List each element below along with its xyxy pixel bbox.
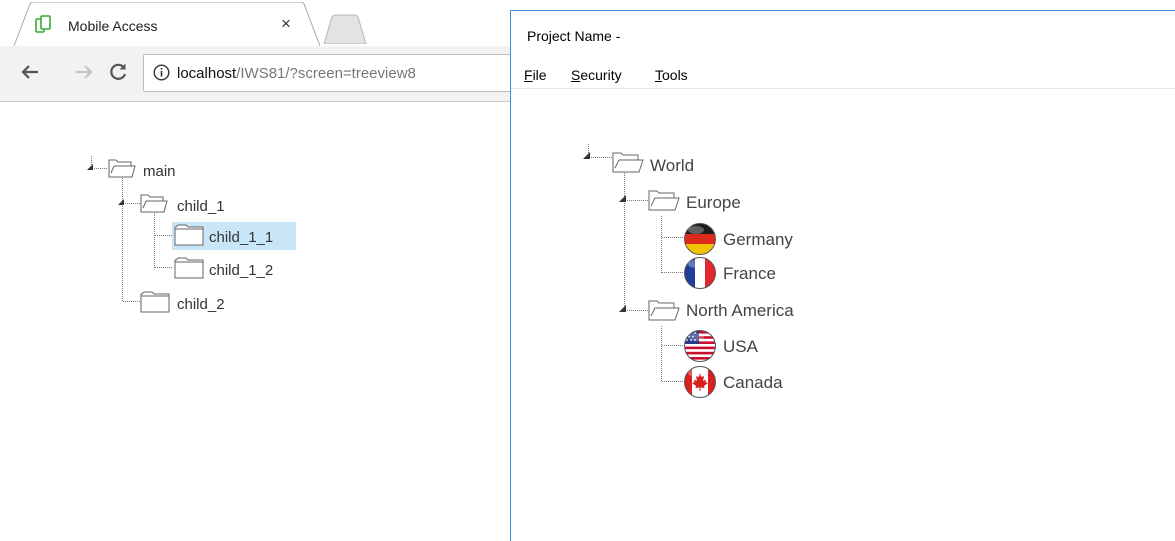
folder-icon[interactable] xyxy=(140,291,170,313)
tree-node-germany[interactable]: Germany xyxy=(723,230,793,250)
tree-node-child-2[interactable]: child_2 xyxy=(177,296,225,313)
world-tree-connector-lines xyxy=(583,144,683,382)
usa-flag-icon[interactable] xyxy=(683,329,717,363)
browser-tab[interactable]: Mobile Access × xyxy=(14,2,320,46)
tree-node-north-america[interactable]: North America xyxy=(686,301,794,321)
germany-flag-icon[interactable] xyxy=(683,222,717,256)
tree-node-child-1-2[interactable]: child_1_2 xyxy=(209,262,273,279)
open-folder-icon[interactable] xyxy=(140,193,168,213)
tab-close-icon[interactable]: × xyxy=(276,15,296,32)
open-folder-icon[interactable] xyxy=(612,151,644,173)
new-tab-button[interactable] xyxy=(320,14,370,44)
tree-node-main[interactable]: main xyxy=(143,163,176,180)
tree-node-usa[interactable]: USA xyxy=(723,337,758,357)
mobile-access-icon xyxy=(35,15,51,33)
open-folder-icon[interactable] xyxy=(648,299,680,321)
france-flag-icon[interactable] xyxy=(683,256,717,290)
tree-node-canada[interactable]: Canada xyxy=(723,373,783,393)
canada-flag-icon[interactable] xyxy=(683,365,717,399)
back-arrow-icon[interactable] xyxy=(18,60,42,84)
forward-arrow-icon[interactable] xyxy=(72,60,96,84)
tree-node-world[interactable]: World xyxy=(650,156,694,176)
app-window: Project Name - File Security Tools World… xyxy=(510,10,1175,541)
url-path: /IWS81/?screen=treeview8 xyxy=(236,65,416,82)
url-host: localhost xyxy=(177,65,237,82)
folder-icon[interactable] xyxy=(174,257,204,279)
tree-node-child-1[interactable]: child_1 xyxy=(177,198,225,215)
tree-node-france[interactable]: France xyxy=(723,264,776,284)
reload-icon[interactable] xyxy=(106,60,130,84)
info-icon[interactable] xyxy=(153,64,170,81)
folder-icon[interactable] xyxy=(174,224,204,246)
tree-node-child-1-1[interactable]: child_1_1 xyxy=(209,229,273,246)
tab-title: Mobile Access xyxy=(68,18,158,34)
open-folder-icon[interactable] xyxy=(108,158,136,178)
open-folder-icon[interactable] xyxy=(648,189,680,211)
url-text: localhost/IWS81/?screen=treeview8 xyxy=(177,65,416,82)
tree-connector-lines xyxy=(87,156,172,302)
page-tree: main child_1 child_1_1 child_1_2 child_2 xyxy=(0,102,510,532)
tree-node-europe[interactable]: Europe xyxy=(686,193,741,213)
tab-shape xyxy=(14,2,320,46)
